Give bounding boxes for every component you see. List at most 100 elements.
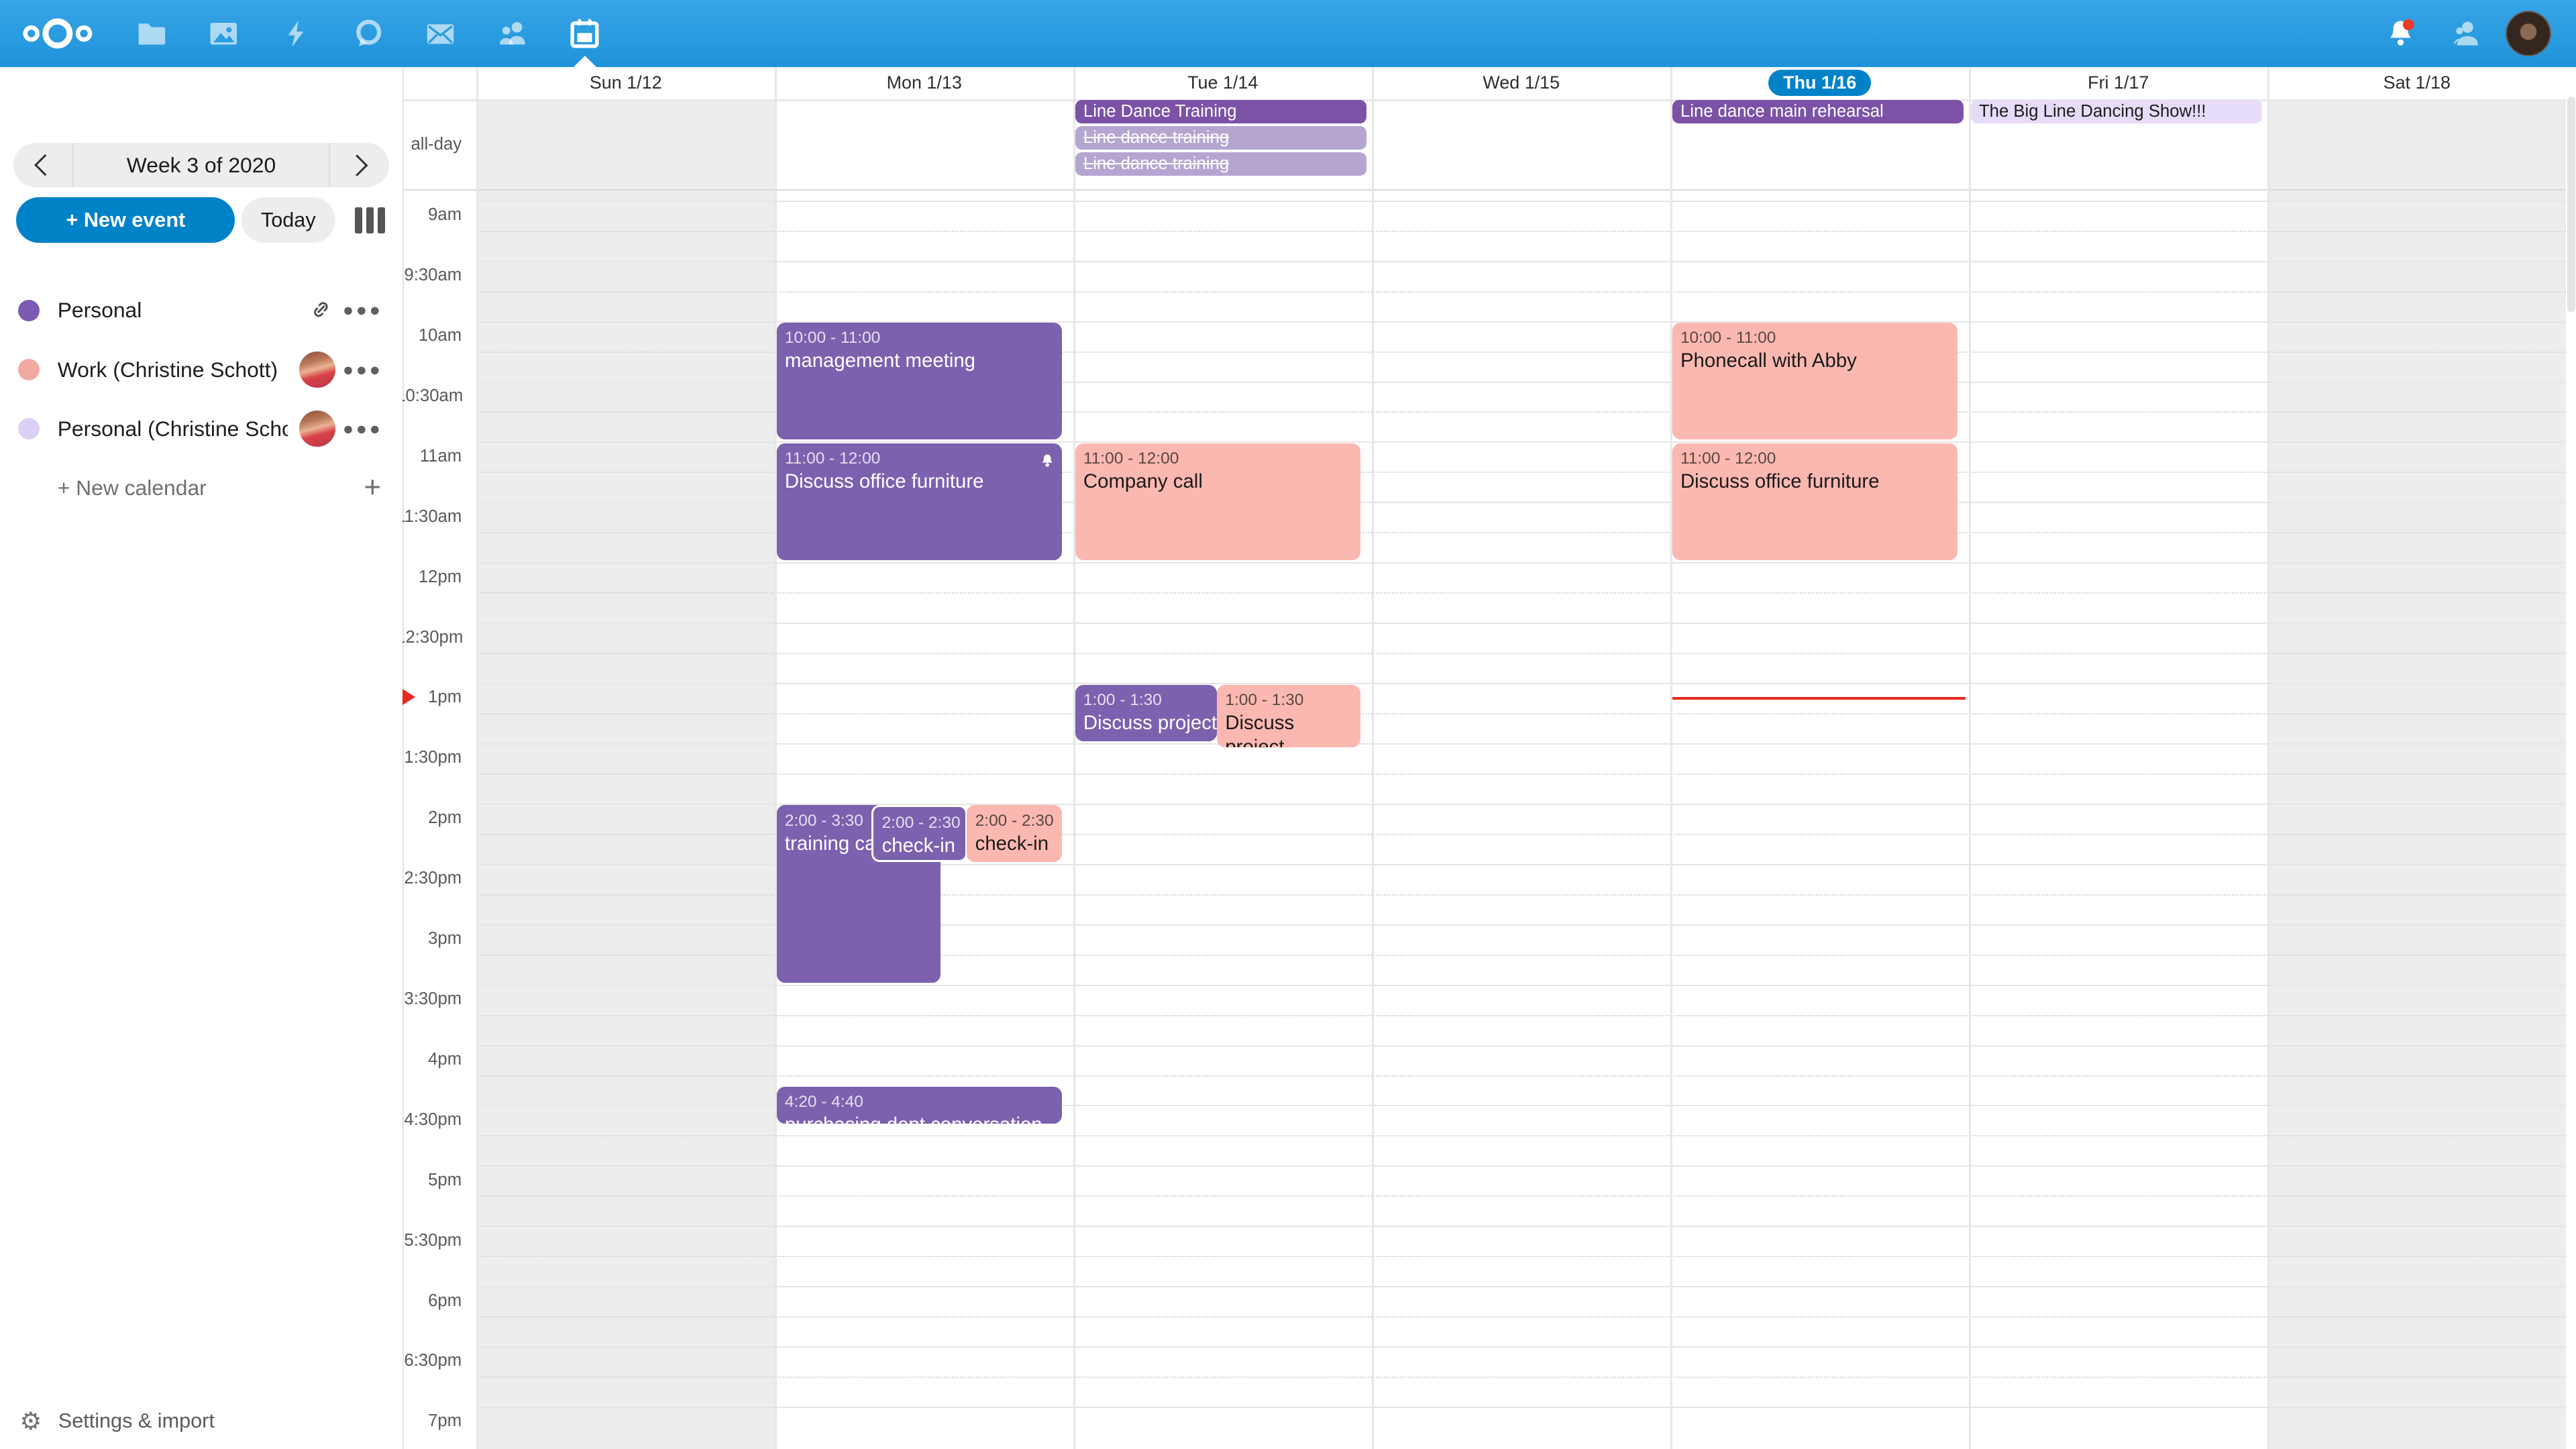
time-axis-label: 6:30pm: [396, 1351, 462, 1371]
previous-week-button[interactable]: [13, 143, 72, 187]
grid-line: [476, 1407, 2566, 1408]
column-separator: [1670, 67, 1672, 1449]
nextcloud-logo-icon: [21, 15, 94, 52]
app-mail[interactable]: [404, 0, 476, 67]
share-link-icon[interactable]: [309, 297, 333, 322]
current-time-marker: [402, 689, 415, 705]
event[interactable]: 11:00 - 12:00Company call: [1075, 443, 1360, 560]
event[interactable]: 2:00 - 2:30check-in: [967, 805, 1062, 862]
time-axis-label: 10:30am: [396, 386, 462, 406]
user-avatar[interactable]: [2506, 11, 2552, 57]
current-time-line: [1672, 697, 1966, 700]
time-axis-label: 6pm: [396, 1291, 462, 1311]
grid-line: [476, 261, 2566, 262]
all-day-event[interactable]: Line dance main rehearsal: [1672, 100, 1964, 123]
chevron-left-icon: [34, 154, 56, 176]
event[interactable]: 11:00 - 12:00Discuss office furniture: [777, 443, 1062, 560]
event[interactable]: 11:00 - 12:00Discuss office furniture: [1672, 443, 1957, 560]
time-axis-label: 12:30pm: [396, 628, 462, 647]
all-day-label: all-day: [396, 135, 462, 154]
day-header[interactable]: Mon 1/13: [775, 67, 1073, 99]
settings-label: Settings & import: [58, 1409, 215, 1433]
contacts-menu-button[interactable]: [2433, 0, 2499, 67]
event[interactable]: 4:20 - 4:40purchasing dept conversation: [777, 1087, 1062, 1124]
notifications-button[interactable]: [2367, 0, 2433, 67]
event[interactable]: 10:00 - 11:00management meeting: [777, 323, 1062, 439]
time-axis-label: 2pm: [396, 808, 462, 828]
event-time: 1:00 - 1:30: [1225, 690, 1354, 711]
grid-line: [476, 773, 2566, 775]
event-time: 4:20 - 4:40: [785, 1091, 1055, 1113]
time-axis-label: 4:30pm: [396, 1110, 462, 1130]
day-header[interactable]: Wed 1/15: [1372, 67, 1670, 99]
plus-icon: +: [364, 471, 381, 504]
calendar-list-item[interactable]: Personal●●●: [0, 281, 402, 340]
event-title: check-in: [975, 832, 1056, 857]
calendar-list: Personal●●●Work (Christine Schott)●●●Per…: [0, 281, 402, 518]
calendar-name: Work (Christine Schott): [58, 358, 278, 382]
view-bar-icon: [378, 207, 385, 233]
time-axis-label: 5:30pm: [396, 1231, 462, 1250]
app-photos[interactable]: [187, 0, 260, 67]
event[interactable]: 2:00 - 2:30check-in: [871, 805, 967, 862]
event[interactable]: 1:00 - 1:30Discuss project announcement: [1075, 685, 1217, 742]
calendar-list-item[interactable]: Personal (Christine Scho...●●●: [0, 399, 402, 458]
nextcloud-calendar-app: Week 3 of 2020 + New event Today Persona…: [0, 0, 2576, 1449]
grid-line: [476, 1135, 2566, 1136]
all-day-event[interactable]: The Big Line Dancing Show!!!: [1971, 100, 2262, 123]
event-time: 10:00 - 11:00: [1680, 327, 1951, 349]
event-title: Discuss office furniture: [785, 470, 1055, 494]
app-activity[interactable]: [260, 0, 332, 67]
time-axis-label: 3:30pm: [396, 989, 462, 1009]
time-axis-label: 11am: [396, 447, 462, 466]
new-calendar-button[interactable]: + New calendar+: [0, 458, 402, 517]
day-header[interactable]: Fri 1/17: [1969, 67, 2267, 99]
grid-line: [476, 743, 2566, 745]
allday-border: [402, 189, 2566, 191]
app-menu: [115, 0, 621, 67]
day-header[interactable]: Thu 1/16: [1670, 67, 1969, 99]
all-day-event[interactable]: Line dance training: [1075, 152, 1366, 176]
calendar-color-dot: [18, 359, 40, 380]
gear-icon: ⚙: [19, 1407, 42, 1436]
app-talk[interactable]: [332, 0, 405, 67]
active-app-pointer: [574, 56, 596, 67]
grid-line: [476, 201, 2566, 202]
grid-line: [476, 1045, 2566, 1046]
settings-import-button[interactable]: ⚙ Settings & import: [0, 1393, 402, 1449]
today-date-pill: Thu 1/16: [1768, 70, 1871, 95]
event-title: Discuss office furniture: [1680, 470, 1951, 494]
all-day-event[interactable]: Line Dance Training: [1075, 100, 1366, 123]
sidebar: Week 3 of 2020 + New event Today Persona…: [0, 67, 402, 1449]
new-event-button[interactable]: + New event: [16, 197, 235, 244]
scrollbar-thumb[interactable]: [2567, 97, 2575, 312]
app-files[interactable]: [115, 0, 187, 67]
time-axis-label: 5pm: [396, 1171, 462, 1190]
column-separator: [1372, 67, 1373, 1449]
time-axis-label: 3pm: [396, 929, 462, 949]
event-time: 11:00 - 12:00: [1083, 448, 1354, 470]
calendar-list-item[interactable]: Work (Christine Schott) ●●●: [0, 340, 402, 399]
view-toggle-button[interactable]: [355, 207, 385, 233]
event-time: 2:00 - 2:30: [882, 812, 959, 834]
calendar-color-dot: [18, 300, 40, 321]
nextcloud-logo[interactable]: [19, 15, 95, 52]
calendar-actions-menu[interactable]: ●●●: [343, 360, 383, 380]
day-header[interactable]: Sun 1/12: [476, 67, 775, 99]
event[interactable]: 1:00 - 1:30Discuss project announcement: [1217, 685, 1360, 747]
week-label[interactable]: Week 3 of 2020: [72, 143, 331, 187]
grid-line: [476, 1075, 2566, 1077]
app-contacts[interactable]: [476, 0, 549, 67]
today-button[interactable]: Today: [241, 197, 335, 244]
next-week-button[interactable]: [330, 143, 389, 187]
calendar-actions-menu[interactable]: ●●●: [343, 300, 383, 321]
event-title: management meeting: [785, 349, 1055, 374]
day-header[interactable]: Tue 1/14: [1073, 67, 1372, 99]
all-day-event[interactable]: Line dance training: [1075, 126, 1366, 150]
column-separator: [775, 67, 776, 1449]
event-time: 11:00 - 12:00: [785, 448, 1055, 470]
calendar-actions-menu[interactable]: ●●●: [343, 419, 383, 439]
day-header[interactable]: Sat 1/18: [2267, 67, 2566, 99]
event-time: 10:00 - 11:00: [785, 327, 1055, 349]
event[interactable]: 10:00 - 11:00Phonecall with Abby: [1672, 323, 1957, 439]
